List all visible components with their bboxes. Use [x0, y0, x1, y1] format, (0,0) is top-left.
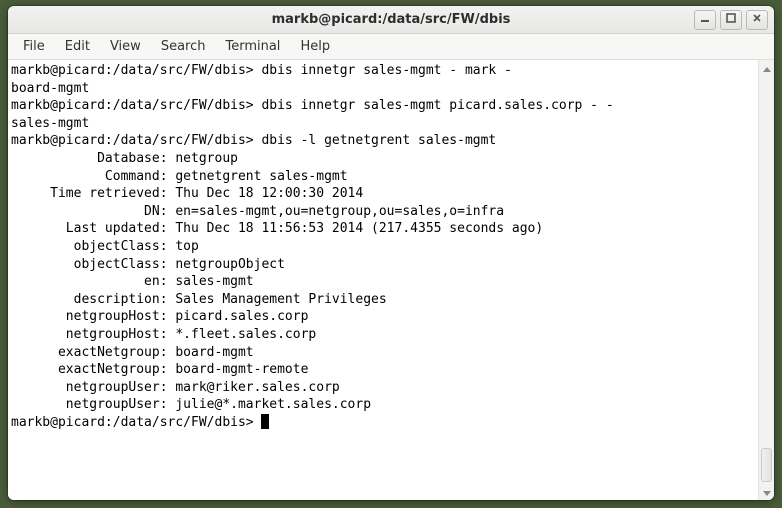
- maximize-button[interactable]: [720, 10, 742, 30]
- terminal-line: Command: getnetgrent sales-mgmt: [11, 168, 756, 186]
- terminal-line: markb@picard:/data/src/FW/dbis> dbis inn…: [11, 62, 756, 80]
- menu-view[interactable]: View: [101, 36, 150, 57]
- terminal-line: markb@picard:/data/src/FW/dbis> dbis -l …: [11, 132, 756, 150]
- scroll-down-button[interactable]: [759, 484, 774, 500]
- terminal-output[interactable]: markb@picard:/data/src/FW/dbis> dbis inn…: [8, 60, 758, 500]
- terminal-line: markb@picard:/data/src/FW/dbis> dbis inn…: [11, 97, 756, 115]
- menu-edit[interactable]: Edit: [56, 36, 99, 57]
- terminal-line: Database: netgroup: [11, 150, 756, 168]
- scroll-up-button[interactable]: [759, 60, 774, 76]
- minimize-icon: [700, 12, 710, 27]
- close-button[interactable]: [746, 10, 768, 30]
- terminal-line: netgroupUser: mark@riker.sales.corp: [11, 379, 756, 397]
- window-controls: [694, 10, 768, 30]
- menu-file[interactable]: File: [14, 36, 54, 57]
- menu-search[interactable]: Search: [152, 36, 215, 57]
- terminal-line: description: Sales Management Privileges: [11, 291, 756, 309]
- scroll-thumb[interactable]: [761, 448, 772, 482]
- terminal-line: Time retrieved: Thu Dec 18 12:00:30 2014: [11, 185, 756, 203]
- chevron-up-icon: [763, 61, 771, 76]
- terminal-line: Last updated: Thu Dec 18 11:56:53 2014 (…: [11, 220, 756, 238]
- terminal-line: netgroupUser: julie@*.market.sales.corp: [11, 396, 756, 414]
- terminal-line: exactNetgroup: board-mgmt-remote: [11, 361, 756, 379]
- terminal-line: objectClass: top: [11, 238, 756, 256]
- terminal-area: markb@picard:/data/src/FW/dbis> dbis inn…: [8, 60, 774, 500]
- close-icon: [752, 12, 762, 27]
- terminal-prompt-line: markb@picard:/data/src/FW/dbis>: [11, 414, 756, 432]
- window-title: markb@picard:/data/src/FW/dbis: [8, 12, 774, 27]
- menu-help[interactable]: Help: [291, 36, 339, 57]
- maximize-icon: [726, 12, 736, 27]
- terminal-line: en: sales-mgmt: [11, 273, 756, 291]
- terminal-line: netgroupHost: picard.sales.corp: [11, 308, 756, 326]
- terminal-line: sales-mgmt: [11, 115, 756, 133]
- chevron-down-icon: [763, 485, 771, 500]
- terminal-window: markb@picard:/data/src/FW/dbis File Edit…: [8, 6, 774, 500]
- terminal-line: objectClass: netgroupObject: [11, 256, 756, 274]
- terminal-line: DN: en=sales-mgmt,ou=netgroup,ou=sales,o…: [11, 203, 756, 221]
- terminal-line: netgroupHost: *.fleet.sales.corp: [11, 326, 756, 344]
- terminal-line: board-mgmt: [11, 80, 756, 98]
- cursor: [261, 414, 269, 429]
- scrollbar: [758, 60, 774, 500]
- terminal-line: exactNetgroup: board-mgmt: [11, 344, 756, 362]
- minimize-button[interactable]: [694, 10, 716, 30]
- menu-terminal[interactable]: Terminal: [216, 36, 289, 57]
- menubar: File Edit View Search Terminal Help: [8, 34, 774, 60]
- titlebar: markb@picard:/data/src/FW/dbis: [8, 6, 774, 34]
